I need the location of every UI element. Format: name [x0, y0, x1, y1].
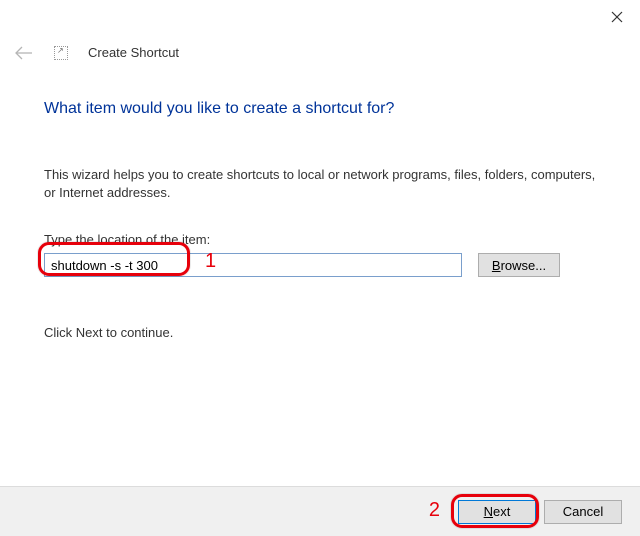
description-text: This wizard helps you to create shortcut…: [44, 166, 596, 202]
shortcut-icon: [54, 46, 68, 60]
location-input[interactable]: [44, 253, 462, 277]
location-label: Type the location of the item:: [44, 232, 596, 247]
continue-text: Click Next to continue.: [44, 325, 596, 340]
content-area: What item would you like to create a sho…: [44, 100, 596, 340]
browse-button[interactable]: Browse...: [478, 253, 560, 277]
window-title: Create Shortcut: [88, 45, 179, 60]
back-arrow-icon: [14, 46, 34, 60]
close-button[interactable]: [608, 8, 626, 26]
header: Create Shortcut: [14, 45, 179, 60]
close-icon: [611, 11, 623, 23]
next-button[interactable]: Next: [458, 500, 536, 524]
input-row: Browse...: [44, 253, 596, 277]
cancel-button[interactable]: Cancel: [544, 500, 622, 524]
footer: Next Cancel: [0, 486, 640, 536]
page-heading: What item would you like to create a sho…: [44, 100, 596, 118]
